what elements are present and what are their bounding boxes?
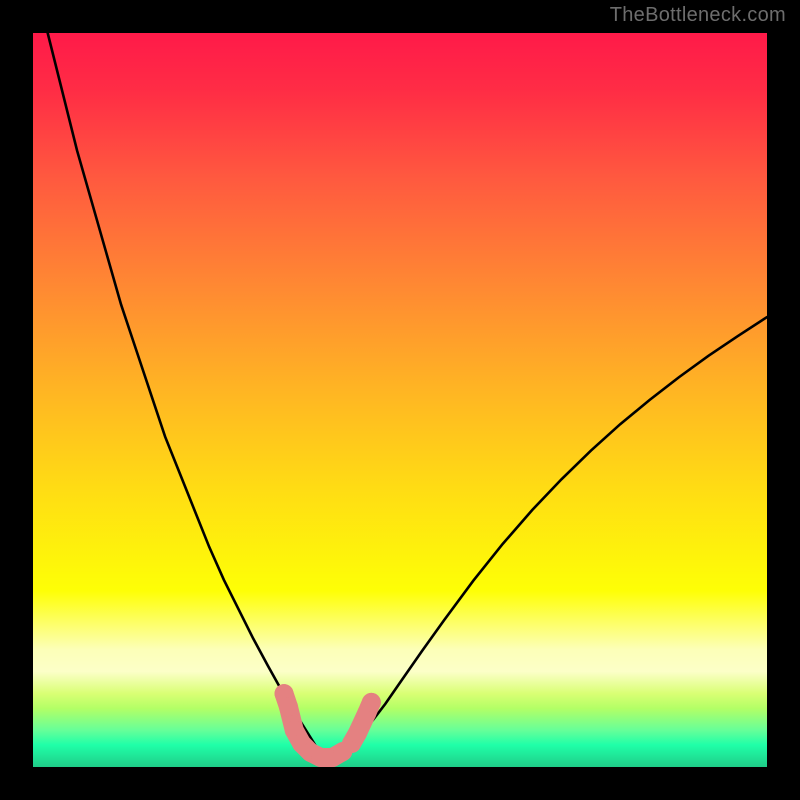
data-marker xyxy=(362,693,381,712)
chart-stage: TheBottleneck.com xyxy=(0,0,800,800)
watermark-label: TheBottleneck.com xyxy=(610,4,786,27)
data-marker xyxy=(279,697,298,716)
left-curve xyxy=(48,33,320,752)
plot-area xyxy=(33,33,767,767)
data-marker xyxy=(348,724,367,743)
curve-layer xyxy=(33,33,767,767)
right-curve xyxy=(341,317,767,752)
